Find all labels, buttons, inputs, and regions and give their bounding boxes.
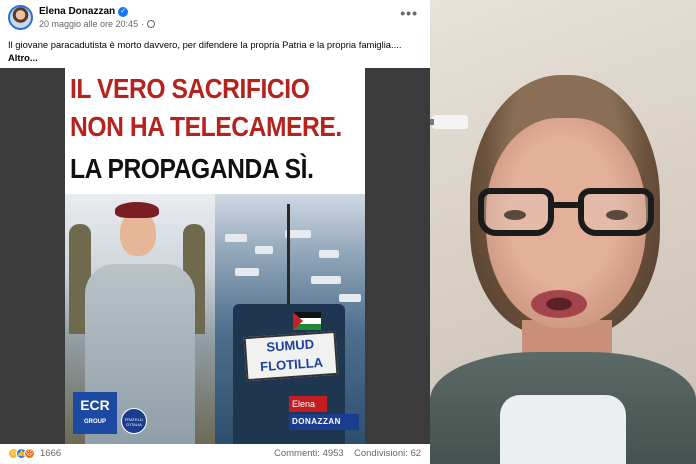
ship-mast bbox=[287, 204, 290, 309]
signature-first-name: Elena bbox=[289, 396, 327, 412]
reactions-summary[interactable]: ☺ 👍 ☹ 1666 bbox=[8, 448, 61, 459]
post-image-frame[interactable]: IL VERO SACRIFICIO NON HA TELECAMERE. LA… bbox=[0, 68, 430, 444]
fratelli-ditalia-logo: FRATELLI D'ITALIA bbox=[121, 408, 147, 434]
author-name[interactable]: Elena Donazzan bbox=[39, 6, 115, 17]
headline-line-2: NON HA TELECAMERE. bbox=[70, 111, 342, 142]
ecr-group-logo: ECR GROUP bbox=[73, 392, 117, 434]
comments-count[interactable]: Commenti: 4953 bbox=[274, 448, 344, 459]
boat bbox=[319, 250, 339, 258]
campaign-poster[interactable]: IL VERO SACRIFICIO NON HA TELECAMERE. LA… bbox=[65, 68, 365, 444]
ecr-logo-subtext: GROUP bbox=[83, 419, 106, 425]
boat bbox=[311, 276, 341, 284]
boat bbox=[339, 294, 361, 302]
speaker-shirt bbox=[500, 395, 626, 464]
post-meta: 20 maggio alle ore 20:45 · bbox=[39, 19, 156, 29]
facebook-post: Elena Donazzan ✓ 20 maggio alle ore 20:4… bbox=[0, 0, 430, 464]
speaker-mouth bbox=[531, 290, 587, 318]
angry-reaction-icon: ☹ bbox=[24, 448, 35, 459]
wall-light-fixture bbox=[430, 115, 468, 129]
post-caption: Il giovane paracadutista è morto davvero… bbox=[8, 38, 426, 64]
video-frame[interactable] bbox=[430, 0, 696, 464]
shares-count[interactable]: Condivisioni: 62 bbox=[354, 448, 421, 459]
soldier-face bbox=[120, 212, 156, 256]
more-options-icon[interactable]: ••• bbox=[400, 5, 418, 21]
author-name-row[interactable]: Elena Donazzan ✓ bbox=[39, 6, 129, 17]
poster-headline-block: IL VERO SACRIFICIO NON HA TELECAMERE. LA… bbox=[65, 68, 365, 194]
banner-line-2: FLOTILLA bbox=[259, 354, 324, 375]
boat bbox=[255, 246, 273, 254]
signature-last-name: DONAZZAN bbox=[289, 414, 359, 430]
post-header: Elena Donazzan ✓ 20 maggio alle ore 20:4… bbox=[0, 0, 430, 34]
flotilla-banner: SUMUD FLOTILLA bbox=[243, 330, 339, 382]
ecr-logo-text: ECR bbox=[80, 397, 110, 413]
public-globe-icon bbox=[147, 20, 156, 28]
speaker-glasses bbox=[478, 188, 654, 238]
eye-right bbox=[606, 210, 628, 220]
see-more-link[interactable]: Altro... bbox=[8, 51, 426, 64]
glasses-lens-left bbox=[478, 188, 554, 236]
palestinian-flag bbox=[293, 312, 321, 330]
author-avatar[interactable] bbox=[8, 5, 33, 30]
boat bbox=[235, 268, 259, 276]
signature-badge: Elena DONAZZAN bbox=[289, 396, 359, 432]
eye-left bbox=[504, 210, 526, 220]
banner-line-1: SUMUD bbox=[265, 336, 315, 355]
glasses-lens-right bbox=[578, 188, 654, 236]
post-footer: ☺ 👍 ☹ 1666 Commenti: 4953 Condivisioni: … bbox=[0, 444, 430, 464]
boat bbox=[225, 234, 247, 242]
post-timestamp[interactable]: 20 maggio alle ore 20:45 bbox=[39, 19, 138, 29]
reaction-count[interactable]: 1666 bbox=[40, 448, 61, 459]
red-beret bbox=[115, 202, 159, 218]
caption-text: Il giovane paracadutista è morto davvero… bbox=[8, 39, 402, 50]
headline-line-3: LA PROPAGANDA SÌ. bbox=[70, 153, 314, 184]
headline-line-1: IL VERO SACRIFICIO bbox=[70, 73, 310, 104]
verified-badge-icon: ✓ bbox=[118, 6, 129, 17]
party-logo-text: FRATELLI D'ITALIA bbox=[124, 417, 144, 427]
glasses-bridge bbox=[552, 202, 580, 208]
